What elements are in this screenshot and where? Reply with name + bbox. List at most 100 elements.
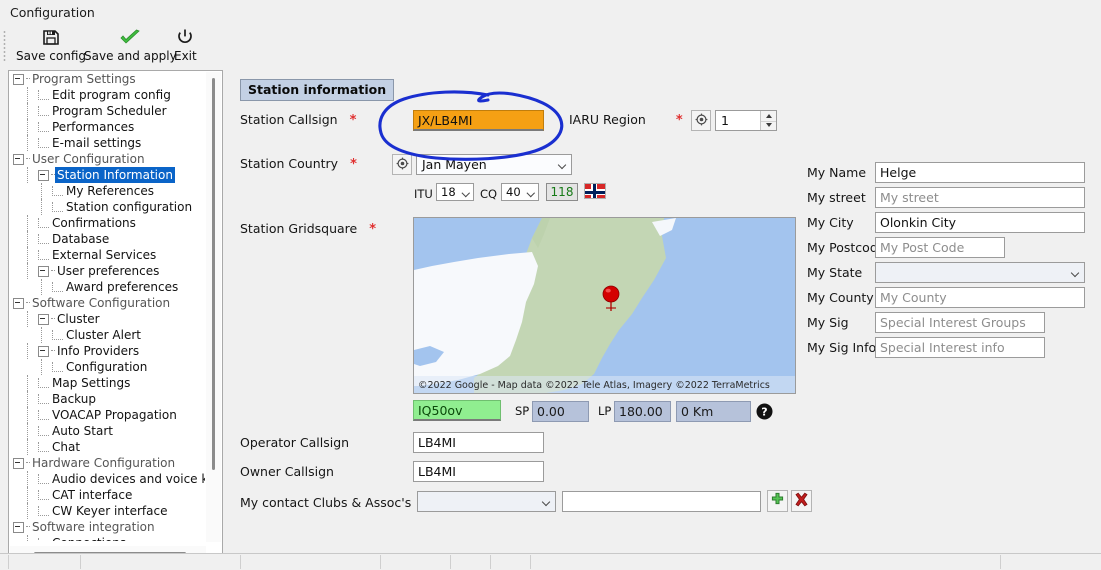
chevron-down-icon bbox=[543, 499, 550, 506]
sidebar-item-backup[interactable]: Backup bbox=[9, 391, 205, 407]
my-city-input[interactable]: Olonkin City bbox=[875, 212, 1085, 233]
tree-expander-icon[interactable] bbox=[13, 521, 24, 533]
tree-expander-icon[interactable] bbox=[13, 457, 24, 469]
sidebar-item-chat[interactable]: Chat bbox=[9, 439, 205, 455]
right-field-label: My Sig Info bbox=[807, 340, 877, 355]
my-street-input[interactable]: My street bbox=[875, 187, 1085, 208]
iaru-locate-button[interactable] bbox=[691, 110, 711, 131]
sidebar-item-station-information[interactable]: Station Information bbox=[9, 167, 205, 183]
contact-clubs-select[interactable] bbox=[417, 491, 556, 512]
save-and-apply-button[interactable]: Save and apply bbox=[80, 26, 181, 66]
tree-guide-line bbox=[27, 247, 38, 263]
sidebar-item-label: Hardware Configuration bbox=[32, 456, 176, 470]
country-locate-button[interactable] bbox=[392, 154, 412, 175]
sidebar-item-label: Connections bbox=[50, 535, 128, 541]
station-country-label: Station Country * bbox=[240, 156, 357, 172]
contact-clubs-label: My contact Clubs & Assoc's bbox=[240, 495, 412, 510]
tree-guide-line bbox=[27, 343, 38, 359]
sidebar-item-label: Backup bbox=[52, 392, 96, 406]
tree-expander-icon[interactable] bbox=[38, 169, 49, 181]
sidebar-item-award-preferences[interactable]: Award preferences bbox=[9, 279, 205, 295]
tree-vertical-scrollbar-thumb[interactable] bbox=[212, 78, 215, 470]
sidebar-item-info-providers[interactable]: Info Providers bbox=[9, 343, 205, 359]
help-icon[interactable]: ? bbox=[756, 403, 773, 420]
exit-label: Exit bbox=[174, 49, 197, 63]
sidebar-item-map-settings[interactable]: Map Settings bbox=[9, 375, 205, 391]
distance-value: 0 Km bbox=[676, 401, 751, 422]
navigation-tree-panel[interactable]: Program Settings Edit program config Progr… bbox=[8, 70, 223, 563]
my-sig-input[interactable]: Special Interest Groups bbox=[875, 312, 1045, 333]
sidebar-item-audio-devices-and-voice-keye[interactable]: Audio devices and voice keye bbox=[9, 471, 205, 487]
sidebar-item-software-integration[interactable]: Software integration bbox=[9, 519, 205, 535]
tree-guide-line bbox=[38, 138, 49, 148]
my-name-input[interactable]: Helge bbox=[875, 162, 1085, 183]
save-config-button[interactable]: Save config bbox=[12, 26, 90, 66]
sidebar-item-performances[interactable]: Performances bbox=[9, 119, 205, 135]
tree-guide-line bbox=[27, 119, 38, 135]
chevron-down-icon bbox=[559, 162, 566, 169]
sidebar-item-hardware-configuration[interactable]: Hardware Configuration bbox=[9, 455, 205, 471]
sidebar-item-user-configuration[interactable]: User Configuration bbox=[9, 151, 205, 167]
my-county-input[interactable]: My County bbox=[875, 287, 1085, 308]
station-location-map[interactable]: ©2022 Google - Map data ©2022 Tele Atlas… bbox=[413, 217, 796, 394]
sidebar-item-software-configuration[interactable]: Software Configuration bbox=[9, 295, 205, 311]
tree-expander-icon[interactable] bbox=[13, 153, 24, 165]
tree-guide-line bbox=[27, 503, 38, 519]
tree-guide-line bbox=[38, 106, 49, 116]
sidebar-item-program-scheduler[interactable]: Program Scheduler bbox=[9, 103, 205, 119]
gridsquare-input[interactable]: IQ50ov bbox=[413, 400, 501, 421]
svg-text:?: ? bbox=[761, 405, 767, 418]
sidebar-item-program-settings[interactable]: Program Settings bbox=[9, 71, 205, 87]
sidebar-item-cluster[interactable]: Cluster bbox=[9, 311, 205, 327]
sidebar-item-cluster-alert[interactable]: Cluster Alert bbox=[9, 327, 205, 343]
sidebar-item-configuration[interactable]: Configuration bbox=[9, 359, 205, 375]
tree-vertical-scrollbar[interactable] bbox=[206, 72, 221, 542]
tree-expander-icon[interactable] bbox=[38, 313, 49, 325]
sidebar-item-auto-start[interactable]: Auto Start bbox=[9, 423, 205, 439]
iaru-region-spinner[interactable]: 1 bbox=[715, 110, 777, 131]
station-country-select[interactable]: Jan Mayen bbox=[416, 154, 572, 175]
green-check-icon bbox=[119, 26, 141, 48]
sidebar-item-connections[interactable]: Connections bbox=[9, 535, 205, 541]
save-and-apply-label: Save and apply bbox=[84, 49, 177, 63]
tree-guide-line bbox=[41, 183, 52, 199]
my-state-select[interactable] bbox=[875, 262, 1085, 283]
tree-expander-icon[interactable] bbox=[38, 265, 49, 277]
tree-expander-icon[interactable] bbox=[13, 73, 24, 85]
cq-value: 40 bbox=[506, 185, 521, 199]
station-callsign-input[interactable]: JX/LB4MI bbox=[413, 110, 544, 131]
sidebar-item-cw-keyer-interface[interactable]: CW Keyer interface bbox=[9, 503, 205, 519]
sidebar-item-my-references[interactable]: My References bbox=[9, 183, 205, 199]
sidebar-item-station-configuration[interactable]: Station configuration bbox=[9, 199, 205, 215]
delete-club-button[interactable] bbox=[791, 490, 812, 512]
my-sig-info-input[interactable]: Special Interest info bbox=[875, 337, 1045, 358]
sidebar-item-label: Award preferences bbox=[66, 280, 179, 294]
chevron-down-icon bbox=[528, 190, 535, 197]
tree-guide-line bbox=[41, 279, 52, 295]
sidebar-item-database[interactable]: Database bbox=[9, 231, 205, 247]
floppy-disk-icon bbox=[41, 26, 61, 48]
sidebar-item-confirmations[interactable]: Confirmations bbox=[9, 215, 205, 231]
long-path-value: 180.00 bbox=[614, 401, 671, 422]
tree-expander-icon[interactable] bbox=[38, 345, 49, 357]
contact-clubs-input[interactable] bbox=[562, 491, 761, 512]
sidebar-item-user-preferences[interactable]: User preferences bbox=[9, 263, 205, 279]
my-postcode-input[interactable]: My Post Code bbox=[875, 237, 1005, 258]
sidebar-item-voacap-propagation[interactable]: VOACAP Propagation bbox=[9, 407, 205, 423]
exit-button[interactable]: Exit bbox=[170, 26, 201, 66]
iaru-region-spinner-buttons[interactable] bbox=[760, 111, 776, 130]
sidebar-item-edit-program-config[interactable]: Edit program config bbox=[9, 87, 205, 103]
spinner-down-button[interactable] bbox=[761, 121, 776, 131]
owner-callsign-input[interactable]: LB4MI bbox=[413, 461, 544, 482]
owner-callsign-label: Owner Callsign bbox=[240, 464, 334, 479]
cq-select[interactable]: 40 bbox=[501, 183, 539, 201]
operator-callsign-input[interactable]: LB4MI bbox=[413, 432, 544, 453]
add-club-button[interactable] bbox=[767, 490, 788, 512]
sidebar-item-label: Chat bbox=[52, 440, 81, 454]
itu-select[interactable]: 18 bbox=[436, 183, 474, 201]
tree-expander-icon[interactable] bbox=[13, 297, 24, 309]
sidebar-item-external-services[interactable]: External Services bbox=[9, 247, 205, 263]
sidebar-item-e-mail-settings[interactable]: E-mail settings bbox=[9, 135, 205, 151]
sidebar-item-cat-interface[interactable]: CAT interface bbox=[9, 487, 205, 503]
sidebar-item-label: Map Settings bbox=[52, 376, 131, 390]
